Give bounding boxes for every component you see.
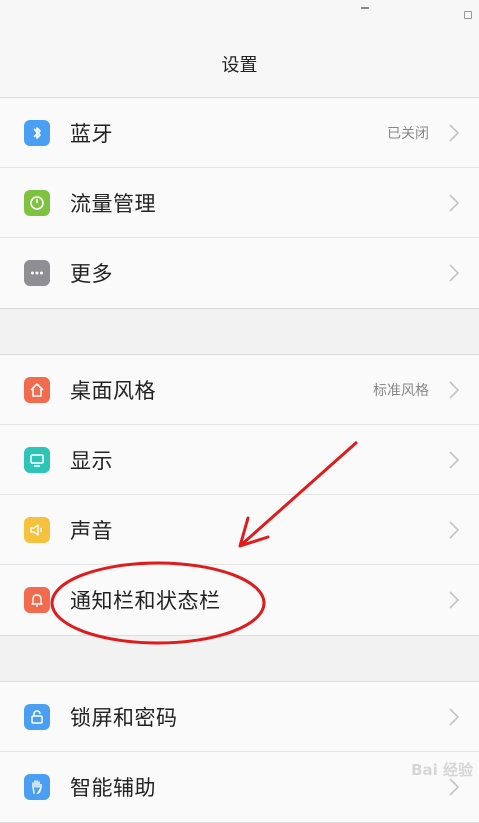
sound-icon	[24, 516, 50, 543]
watermark: Bai 经验	[411, 761, 473, 779]
settings-item-label: 桌面风格	[70, 378, 156, 403]
bluetooth-icon	[24, 119, 50, 146]
status-bar	[0, 0, 479, 30]
chevron-right-icon	[449, 264, 460, 282]
chevron-right-icon	[449, 520, 460, 539]
settings-item-bluetooth[interactable]: 蓝牙 已关闭	[0, 98, 479, 168]
settings-item-display[interactable]: 显示	[0, 425, 479, 495]
page-title: 设置	[0, 30, 479, 98]
display-icon	[24, 446, 50, 473]
settings-item-more[interactable]: 更多	[0, 238, 479, 308]
settings-item-sound[interactable]: 声音	[0, 495, 479, 565]
lock-icon	[24, 703, 50, 730]
settings-item-lock-screen[interactable]: 锁屏和密码	[0, 682, 479, 752]
settings-item-label: 更多	[70, 262, 113, 286]
settings-item-smart-assist[interactable]: 智能辅助	[0, 752, 479, 822]
settings-item-label: 通知栏和状态栏	[70, 589, 221, 613]
settings-item-label: 声音	[70, 518, 113, 543]
settings-item-desktop-style[interactable]: 桌面风格 标准风格	[0, 355, 479, 425]
settings-item-notification-status-bar[interactable]: 通知栏和状态栏	[0, 565, 479, 635]
home-icon	[24, 376, 50, 403]
settings-item-value: 标准风格	[373, 382, 429, 399]
settings-group-security: 锁屏和密码 智能辅助	[0, 681, 479, 823]
settings-group-personalization: 桌面风格 标准风格 显示 声音 通知栏和状态栏	[0, 354, 479, 636]
settings-item-label: 智能辅助	[70, 776, 156, 800]
settings-group-connectivity: 蓝牙 已关闭 流量管理 更多	[0, 97, 479, 309]
chevron-right-icon	[449, 707, 460, 726]
hand-icon	[24, 774, 50, 800]
settings-item-data-usage[interactable]: 流量管理	[0, 168, 479, 238]
signal-icon	[361, 7, 369, 9]
chevron-right-icon	[449, 591, 460, 609]
data-usage-icon	[24, 189, 50, 216]
battery-icon	[464, 11, 472, 19]
settings-item-label: 蓝牙	[70, 121, 113, 146]
notification-icon	[24, 587, 50, 613]
chevron-right-icon	[449, 450, 460, 469]
settings-item-label: 显示	[70, 448, 113, 473]
chevron-right-icon	[449, 380, 460, 399]
settings-item-value: 已关闭	[387, 125, 429, 142]
chevron-right-icon	[449, 193, 460, 212]
settings-item-label: 锁屏和密码	[70, 705, 178, 730]
chevron-right-icon	[449, 778, 460, 796]
chevron-right-icon	[449, 123, 460, 142]
settings-item-label: 流量管理	[70, 191, 156, 216]
more-icon	[24, 260, 50, 286]
